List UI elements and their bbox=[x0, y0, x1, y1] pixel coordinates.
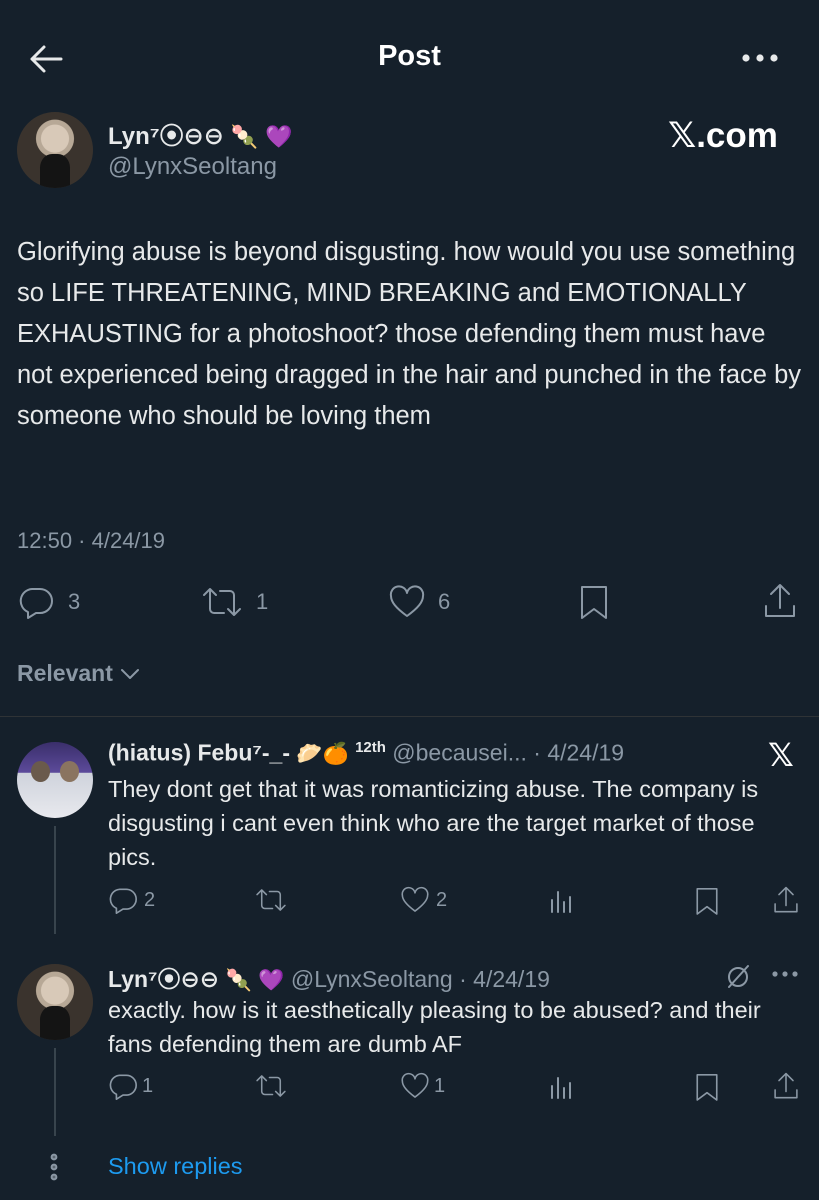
thread-line bbox=[54, 1048, 56, 1136]
bookmark-icon bbox=[578, 584, 610, 620]
reply-author-emojis: 🥟🍊 bbox=[296, 741, 349, 766]
reply-header: Lyn⁷⦿⊖⊖ 🍡 💜 @LynxSeoltang · 4/24/19 bbox=[108, 960, 718, 994]
reply-button[interactable]: 2 bbox=[108, 886, 155, 914]
author-name-emojis: 🍡 💜 bbox=[230, 125, 293, 150]
more-options-icon[interactable] bbox=[738, 48, 782, 68]
repost-button[interactable] bbox=[254, 1072, 288, 1100]
heart-icon bbox=[388, 585, 426, 619]
reply-avatar[interactable] bbox=[17, 964, 93, 1040]
repost-count: 1 bbox=[256, 589, 269, 614]
reply-actions: 1 1 bbox=[108, 1070, 808, 1106]
repost-icon bbox=[254, 1072, 288, 1100]
hidden-reply-icon[interactable] bbox=[724, 962, 752, 990]
reply-text: They dont get that it was romanticizing … bbox=[108, 776, 759, 870]
reply-icon bbox=[18, 585, 54, 619]
heart-icon bbox=[400, 886, 430, 914]
repost-button[interactable] bbox=[254, 886, 288, 914]
views-button[interactable] bbox=[548, 1074, 574, 1100]
reply-button[interactable]: 3 bbox=[18, 584, 80, 620]
like-count: 2 bbox=[436, 888, 448, 911]
thread-dots-icon bbox=[47, 1152, 61, 1182]
post-actions: 3 1 6 bbox=[0, 582, 819, 622]
share-button[interactable] bbox=[772, 1070, 800, 1102]
more-options-icon[interactable] bbox=[770, 968, 800, 980]
reply-text: exactly. how is it aesthetically pleasin… bbox=[108, 997, 761, 1057]
post-timestamp[interactable]: 12:50 · 4/24/19 bbox=[17, 528, 165, 554]
bookmark-button[interactable] bbox=[694, 1072, 720, 1102]
views-button[interactable] bbox=[548, 888, 574, 914]
sort-dropdown[interactable]: Relevant bbox=[17, 660, 141, 687]
share-icon bbox=[762, 582, 798, 620]
page-title: Post bbox=[378, 40, 441, 72]
analytics-icon bbox=[548, 888, 574, 914]
like-button[interactable]: 2 bbox=[400, 886, 447, 914]
bookmark-button[interactable] bbox=[578, 584, 610, 620]
like-count: 6 bbox=[438, 589, 451, 614]
share-icon bbox=[772, 884, 800, 916]
reply-button[interactable]: 1 bbox=[108, 1072, 153, 1100]
bookmark-icon bbox=[694, 1072, 720, 1102]
author-name[interactable]: Lyn⁷⦿⊖⊖ bbox=[108, 123, 224, 150]
bookmark-icon bbox=[694, 886, 720, 916]
analytics-icon bbox=[548, 1074, 574, 1100]
author-avatar[interactable] bbox=[17, 112, 93, 188]
like-button[interactable]: 6 bbox=[388, 584, 450, 620]
reply-author-name[interactable]: (hiatus) Febu⁷-_- bbox=[108, 740, 290, 766]
x-com-watermark: 𝕏.com bbox=[668, 116, 778, 155]
author-name-row: Lyn⁷⦿⊖⊖ 🍡 💜 bbox=[108, 116, 292, 151]
heart-icon bbox=[400, 1072, 430, 1100]
sort-label: Relevant bbox=[17, 660, 113, 686]
like-button[interactable]: 1 bbox=[400, 1072, 445, 1100]
repost-icon bbox=[200, 585, 244, 619]
reply-author-name[interactable]: Lyn⁷⦿⊖⊖ bbox=[108, 966, 219, 992]
author-handle[interactable]: @LynxSeoltang bbox=[108, 153, 277, 181]
share-icon bbox=[772, 1070, 800, 1102]
share-button[interactable] bbox=[762, 582, 798, 620]
reply-count: 1 bbox=[142, 1074, 154, 1097]
reply-icon bbox=[108, 886, 138, 914]
reply-handle-date[interactable]: @becausei... · 4/24/19 bbox=[392, 740, 624, 766]
repost-icon bbox=[254, 886, 288, 914]
reply-header: (hiatus) Febu⁷-_- 🥟🍊 12th @becausei... ·… bbox=[108, 739, 718, 767]
reply-handle-date[interactable]: @LynxSeoltang · 4/24/19 bbox=[291, 966, 550, 992]
reply-author-emojis: 🍡 💜 bbox=[225, 968, 285, 992]
divider bbox=[0, 716, 819, 717]
bookmark-button[interactable] bbox=[694, 886, 720, 916]
share-button[interactable] bbox=[772, 884, 800, 916]
x-logo-icon: 𝕏 bbox=[768, 737, 794, 773]
repost-button[interactable]: 1 bbox=[200, 584, 268, 620]
reply-count: 2 bbox=[144, 888, 156, 911]
post-text: Glorifying abuse is beyond disgusting. h… bbox=[17, 238, 802, 430]
like-count: 1 bbox=[434, 1074, 446, 1097]
reply-avatar[interactable] bbox=[17, 742, 93, 818]
thread-line bbox=[54, 826, 56, 934]
reply-actions: 2 2 bbox=[108, 884, 808, 920]
reply-count: 3 bbox=[68, 589, 81, 614]
reply-author-badge: 12th bbox=[355, 739, 386, 756]
show-replies-link[interactable]: Show replies bbox=[108, 1153, 243, 1180]
reply-icon bbox=[108, 1072, 138, 1100]
chevron-down-icon bbox=[119, 667, 141, 681]
